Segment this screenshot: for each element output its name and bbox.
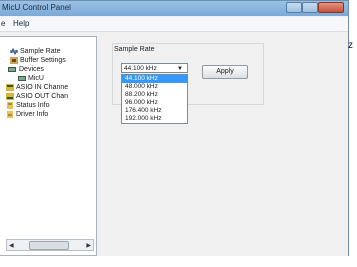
selected-value: 44.100 kHz (124, 65, 157, 72)
tree-label: Status Info (16, 102, 50, 109)
caption-buttons (286, 2, 344, 13)
apply-button[interactable]: Apply (202, 65, 248, 79)
dropdown-option[interactable]: 44.100 kHz (122, 75, 187, 83)
dropdown-option[interactable]: 192.000 kHz (122, 115, 187, 123)
scroll-right-icon[interactable]: ▶ (86, 242, 91, 249)
status-icon (7, 102, 13, 109)
tree-label: ASIO IN Channe (16, 84, 69, 91)
tree-label: Sample Rate (20, 48, 61, 55)
settings-panel: Sample Rate 44.100 kHz ▼ 44.100 kHz 48.0… (104, 36, 348, 254)
tree-label: Devices (19, 66, 44, 73)
dropdown-option[interactable]: 176.400 kHz (122, 107, 187, 115)
close-button[interactable] (318, 2, 344, 13)
chevron-down-icon: ▼ (177, 66, 183, 72)
title-bar: MicU Control Panel (0, 1, 348, 16)
minimize-button[interactable] (286, 2, 302, 13)
dropdown-option[interactable]: 96.000 kHz (122, 99, 187, 107)
sample-rate-label: Sample Rate (114, 46, 155, 53)
window-title: MicU Control Panel (2, 3, 71, 12)
navigation-tree: Sample Rate Buffer Settings Devices MicU… (0, 36, 97, 256)
buffer-icon (10, 57, 18, 64)
bottom-strip (0, 256, 357, 267)
tree-label: Buffer Settings (20, 57, 66, 64)
sample-rate-icon (10, 48, 18, 55)
asio-out-icon (6, 93, 14, 100)
menu-item-file[interactable]: e (1, 19, 5, 28)
horizontal-scrollbar[interactable]: ◀ ▶ (6, 239, 94, 251)
main-window: MicU Control Panel e Help Sample Rate Bu… (0, 0, 349, 257)
scrollbar-thumb[interactable] (29, 241, 69, 250)
menu-bar: e Help (0, 17, 348, 32)
tree-label: MicU (28, 75, 44, 82)
maximize-button[interactable] (302, 2, 318, 13)
tree-label: Driver Info (16, 111, 49, 118)
scroll-left-icon[interactable]: ◀ (9, 242, 14, 249)
edge-text: z (348, 40, 353, 51)
dropdown-option[interactable]: 48.000 kHz (122, 83, 187, 91)
device-icon (18, 76, 26, 81)
menu-item-help[interactable]: Help (13, 19, 29, 28)
sample-rate-select[interactable]: 44.100 kHz ▼ (121, 63, 188, 73)
asio-in-icon (6, 84, 14, 91)
driver-icon (7, 111, 13, 118)
sample-rate-dropdown: 44.100 kHz 48.000 kHz 88.200 kHz 96.000 … (121, 74, 188, 124)
devices-icon (8, 67, 16, 72)
tree-label: ASIO OUT Chan (16, 93, 69, 100)
dropdown-option[interactable]: 88.200 kHz (122, 91, 187, 99)
